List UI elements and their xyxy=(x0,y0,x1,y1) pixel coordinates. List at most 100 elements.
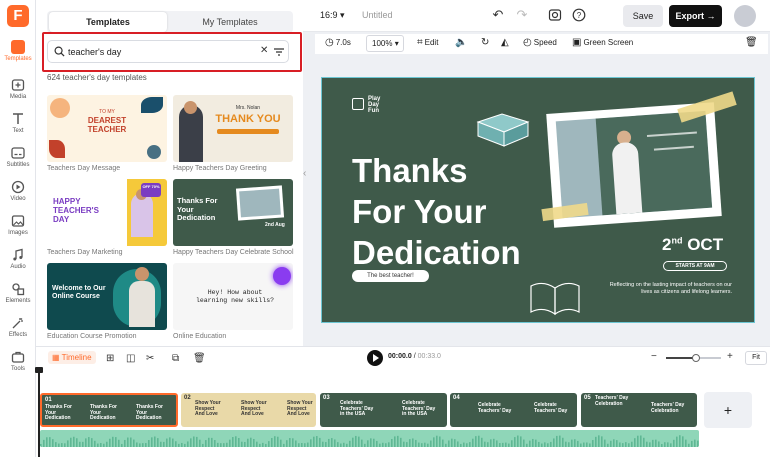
tools-icon xyxy=(11,351,25,363)
rail-item-elements[interactable]: Elements xyxy=(0,282,36,304)
top-bar: 16:9 ▾ Untitled ↶ ↷ ? Save Export → xyxy=(303,0,770,32)
rotate-icon: ↻ xyxy=(481,37,490,48)
duplicate-icon[interactable]: ⧉ xyxy=(172,353,179,364)
canvas-stage: Play Day Fun Thanks For Your Dedication xyxy=(303,56,770,346)
document-title[interactable]: Untitled xyxy=(362,10,393,20)
aspect-ratio-select[interactable]: 16:9 ▾ xyxy=(320,10,345,21)
duration-control[interactable]: ◷ 7.0s xyxy=(325,37,351,48)
app-logo[interactable]: F xyxy=(7,5,29,27)
timeline-clip[interactable]: 04 Celebrate Teachers' Day Celebrate Tea… xyxy=(450,393,577,427)
redo-icon[interactable]: ↷ xyxy=(515,8,529,22)
effects-icon xyxy=(12,318,23,329)
rail-label: Effects xyxy=(8,332,28,338)
clip-text: Thanks For Your Dedication xyxy=(90,404,117,421)
playhead[interactable] xyxy=(35,367,43,457)
video-canvas[interactable]: Play Day Fun Thanks For Your Dedication xyxy=(321,77,755,323)
template-thumbnail: Thanks For Your Dedication 2nd Aug xyxy=(173,179,293,246)
rail-item-media[interactable]: Media xyxy=(0,78,36,100)
speed-button[interactable]: ◴ Speed xyxy=(523,37,557,48)
rail-item-effects[interactable]: Effects xyxy=(0,316,36,338)
rail-item-subtitles[interactable]: Subtitles xyxy=(0,146,36,168)
teacher-photo xyxy=(555,110,713,219)
tab-my-templates[interactable]: My Templates xyxy=(171,11,289,33)
edit-label: Edit xyxy=(424,38,439,47)
rail-item-templates[interactable]: Templates xyxy=(0,40,36,62)
template-thumbnail: HAPPY TEACHER'S DAY OFF 70% xyxy=(47,179,167,246)
rotate-button[interactable]: ↻ xyxy=(481,37,491,48)
title-line: Dedication xyxy=(352,234,521,271)
template-card[interactable]: TO MY DEAREST TEACHER Teachers Day Messa… xyxy=(47,95,167,172)
avatar[interactable] xyxy=(734,5,756,27)
timeline-clip[interactable]: 05 Teachers' Day Celebration Teachers' D… xyxy=(581,393,697,427)
flip-button[interactable]: ◭ xyxy=(501,37,511,48)
timeline-clip[interactable]: 01 Thanks For Your Dedication Thanks For… xyxy=(40,393,178,427)
timeline-toggle[interactable]: ▦ Timeline xyxy=(48,351,96,364)
template-card[interactable]: Mrs. Nolan THANK YOU Happy Teachers Day … xyxy=(173,95,293,172)
zoom-select[interactable]: 100% ▾ xyxy=(366,35,404,52)
video-icon xyxy=(11,180,25,194)
clip-number: 01 xyxy=(45,397,52,403)
edit-button[interactable]: ⌗ Edit xyxy=(417,37,438,48)
images-icon xyxy=(11,215,25,227)
green-screen-icon: ▣ xyxy=(572,37,582,48)
add-clip-button[interactable]: + xyxy=(704,392,752,428)
rail-item-tools[interactable]: Tools xyxy=(0,350,36,372)
total-time: 00:33.0 xyxy=(417,353,441,360)
audio-track[interactable] xyxy=(40,430,699,447)
fit-button[interactable]: Fit xyxy=(745,351,767,365)
tab-templates[interactable]: Templates xyxy=(49,12,167,32)
undo-icon[interactable]: ↶ xyxy=(491,8,505,22)
trash-icon[interactable]: 🗑 xyxy=(193,353,206,364)
clip-text: Teachers' Day Celebration xyxy=(595,395,629,407)
rail-item-text[interactable]: Text xyxy=(0,112,36,134)
timeline-clip[interactable]: 03 Celebrate Teachers' Day in the USA Ce… xyxy=(320,393,447,427)
discount-badge: OFF 70% xyxy=(141,183,161,197)
help-icon[interactable]: ? xyxy=(572,8,586,22)
screenshot-icon[interactable] xyxy=(548,8,562,22)
template-label: Education Course Promotion xyxy=(47,333,137,340)
delete-button[interactable]: 🗑 xyxy=(745,37,760,48)
audio-waveform xyxy=(40,435,699,447)
event-date: 2nd OCT xyxy=(662,235,723,255)
search-highlight-box xyxy=(42,32,302,72)
timeline-clip[interactable]: 02 Show Your Respect And Love Show Your … xyxy=(181,393,316,427)
best-teacher-pill: The best teacher! xyxy=(352,270,429,282)
open-book-illustration xyxy=(530,282,580,316)
zoom-slider-knob[interactable] xyxy=(692,354,701,362)
play-button[interactable] xyxy=(367,350,383,366)
zoom-out-icon[interactable]: − xyxy=(651,351,657,362)
green-screen-button[interactable]: ▣ Green Screen xyxy=(572,37,633,48)
save-button[interactable]: Save xyxy=(623,5,663,27)
clip-text: Celebrate Teachers' Day in the USA xyxy=(402,400,436,417)
template-card[interactable]: Thanks For Your Dedication 2nd Aug Happy… xyxy=(173,179,294,256)
zoom-slider[interactable] xyxy=(666,354,721,362)
thumb-main-text: HAPPY TEACHER'S DAY xyxy=(53,197,99,224)
template-card[interactable]: HAPPY TEACHER'S DAY OFF 70% Teachers Day… xyxy=(47,179,167,256)
template-thumbnail: Mrs. Nolan THANK YOU xyxy=(173,95,293,162)
rail-item-images[interactable]: Images xyxy=(0,214,36,236)
volume-icon: 🔈 xyxy=(455,37,468,48)
template-card[interactable]: Welcome to Our Online Course Education C… xyxy=(47,263,167,340)
title-line: For Your xyxy=(352,193,487,230)
clip-number: 04 xyxy=(453,395,460,401)
rail-label: Audio xyxy=(10,264,26,270)
clip-number: 05 xyxy=(584,395,591,401)
split-icon[interactable]: ◫ xyxy=(126,353,135,364)
timeline-label: Timeline xyxy=(61,353,92,362)
volume-button[interactable]: 🔈 xyxy=(455,37,469,48)
template-card[interactable]: Hey! How about learning new skills? Onli… xyxy=(173,263,293,340)
add-icon[interactable]: ⊞ xyxy=(106,353,114,364)
clip-text: Show Your Respect And Love xyxy=(287,400,313,417)
templates-icon xyxy=(11,40,25,54)
scissors-icon[interactable]: ✂ xyxy=(146,353,154,364)
speed-label: Speed xyxy=(533,38,557,47)
collapse-panel-icon[interactable]: ‹ xyxy=(303,168,311,184)
rail-item-audio[interactable]: Audio xyxy=(0,248,36,270)
rail-item-video[interactable]: Video xyxy=(0,180,36,202)
clip-text: Celebrate Teachers' Day xyxy=(534,402,568,414)
template-label: Teachers Day Marketing xyxy=(47,249,123,256)
zoom-in-icon[interactable]: + xyxy=(727,351,733,362)
svg-text:?: ? xyxy=(577,11,582,20)
speed-icon: ◴ xyxy=(523,37,532,48)
export-button[interactable]: Export → xyxy=(669,5,722,27)
